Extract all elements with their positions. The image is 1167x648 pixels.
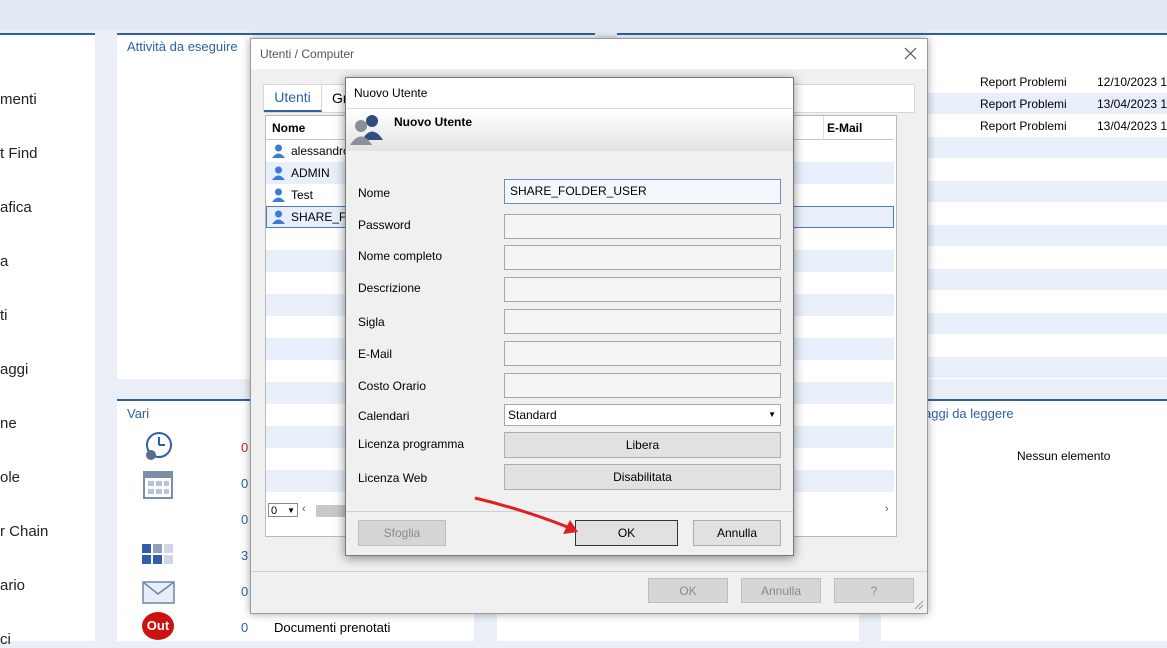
calendars-label: Calendari bbox=[358, 409, 410, 423]
description-label: Descrizione bbox=[358, 281, 421, 295]
web-license-button[interactable]: Disabilitata bbox=[504, 464, 781, 490]
vari-count: 0 bbox=[241, 440, 249, 455]
resize-grip-icon[interactable] bbox=[914, 600, 924, 610]
column-name[interactable]: Nome bbox=[272, 121, 305, 135]
nav-item[interactable]: afica bbox=[0, 199, 32, 216]
nav-item[interactable]: r Chain bbox=[0, 523, 48, 540]
messages-title: aggi da leggere bbox=[924, 406, 1014, 421]
browse-button[interactable]: Sfoglia bbox=[358, 520, 446, 546]
chevron-down-icon: ▼ bbox=[287, 506, 295, 515]
user-name: ADMIN bbox=[291, 166, 330, 180]
scrollbar-thumb[interactable] bbox=[316, 505, 346, 517]
user-icon bbox=[272, 166, 285, 180]
chevron-down-icon: ▼ bbox=[768, 410, 776, 419]
program-license-button[interactable]: Libera bbox=[504, 432, 781, 458]
left-navigation: menti t Find afica a ti aggi ne ole r Ch… bbox=[0, 33, 95, 648]
new-user-title: Nuovo Utente bbox=[354, 86, 428, 100]
user-icon bbox=[272, 210, 285, 224]
nav-item[interactable]: menti bbox=[0, 91, 37, 108]
blocks-icon bbox=[142, 544, 173, 564]
email-field[interactable] bbox=[504, 341, 781, 366]
nav-item[interactable]: ne bbox=[0, 415, 17, 432]
password-label: Password bbox=[358, 218, 411, 232]
vari-count: 0 bbox=[241, 512, 249, 527]
nav-item[interactable]: t Find bbox=[0, 145, 38, 162]
top-toolbar bbox=[0, 0, 1167, 30]
envelope-icon bbox=[142, 581, 175, 604]
user-icon bbox=[272, 144, 285, 158]
users-cancel-button[interactable]: Annulla bbox=[741, 578, 821, 603]
name-label: Nome bbox=[358, 186, 391, 200]
vari-label[interactable]: Documenti prenotati bbox=[274, 620, 390, 635]
report-date: 13/04/2023 15 bbox=[1097, 97, 1167, 111]
user-name: alessandro bbox=[291, 144, 350, 158]
new-user-header: Nuovo Utente bbox=[346, 109, 793, 151]
fullname-field[interactable] bbox=[504, 245, 781, 270]
calendars-select[interactable]: Standard ▼ bbox=[504, 404, 781, 426]
column-email[interactable]: E-Mail bbox=[827, 121, 862, 135]
vari-count: 0 bbox=[241, 584, 249, 599]
nav-item[interactable]: ole bbox=[0, 469, 20, 486]
cancel-button[interactable]: Annulla bbox=[693, 520, 781, 546]
report-row[interactable]: Report Problemi bbox=[980, 119, 1067, 133]
tab-users[interactable]: Utenti bbox=[264, 85, 322, 112]
messages-empty: Nessun elemento bbox=[1017, 449, 1111, 463]
report-row[interactable]: Report Problemi bbox=[980, 75, 1067, 89]
vari-title: Vari bbox=[127, 406, 150, 421]
vari-count: 0 bbox=[241, 476, 249, 491]
annotation-arrow-icon bbox=[474, 496, 578, 534]
nav-item[interactable]: ci bbox=[0, 631, 11, 648]
tasks-title: Attività da eseguire bbox=[127, 39, 238, 54]
users-dialog-titlebar: Utenti / Computer bbox=[251, 39, 927, 69]
password-field[interactable] bbox=[504, 214, 781, 239]
scroll-right-icon[interactable]: › bbox=[885, 503, 889, 515]
new-user-header-title: Nuovo Utente bbox=[394, 115, 472, 129]
email-label: E-Mail bbox=[358, 347, 393, 361]
vari-count: 3 bbox=[241, 548, 249, 563]
initials-field[interactable] bbox=[504, 309, 781, 334]
users-help-button[interactable]: ? bbox=[834, 578, 914, 603]
scroll-left-icon[interactable]: ‹ bbox=[302, 503, 306, 515]
nav-item[interactable]: a bbox=[0, 253, 8, 270]
new-user-titlebar: Nuovo Utente bbox=[346, 78, 793, 109]
close-icon[interactable] bbox=[904, 47, 917, 60]
name-field[interactable]: SHARE_FOLDER_USER bbox=[504, 179, 781, 204]
clock-icon bbox=[146, 432, 172, 460]
user-icon bbox=[272, 188, 285, 202]
program-license-label: Licenza programma bbox=[358, 437, 465, 451]
out-badge-icon: Out bbox=[142, 612, 174, 640]
ok-button[interactable]: OK bbox=[575, 520, 678, 546]
users-dialog-title: Utenti / Computer bbox=[260, 47, 355, 61]
nav-item[interactable]: ario bbox=[0, 577, 25, 594]
report-date: 12/10/2023 17 bbox=[1097, 75, 1167, 89]
new-user-dialog: Nuovo Utente Nuovo Utente Nome SHARE_FOL… bbox=[345, 77, 794, 556]
description-field[interactable] bbox=[504, 277, 781, 302]
initials-label: Sigla bbox=[358, 315, 385, 329]
hourly-cost-field[interactable] bbox=[504, 373, 781, 398]
calendar-icon bbox=[143, 471, 173, 499]
users-ok-button[interactable]: OK bbox=[648, 578, 728, 603]
user-name: Test bbox=[291, 188, 314, 202]
nav-item[interactable]: aggi bbox=[0, 361, 28, 378]
report-date: 13/04/2023 15 bbox=[1097, 119, 1167, 133]
report-row[interactable]: Report Problemi bbox=[980, 97, 1067, 111]
users-group-icon bbox=[350, 115, 383, 145]
page-select[interactable]: 0 ▼ bbox=[268, 503, 298, 517]
web-license-label: Licenza Web bbox=[358, 471, 428, 485]
nav-item[interactable]: ti bbox=[0, 307, 8, 324]
fullname-label: Nome completo bbox=[358, 249, 443, 263]
vari-count: 0 bbox=[241, 620, 249, 635]
hourly-cost-label: Costo Orario bbox=[358, 379, 427, 393]
